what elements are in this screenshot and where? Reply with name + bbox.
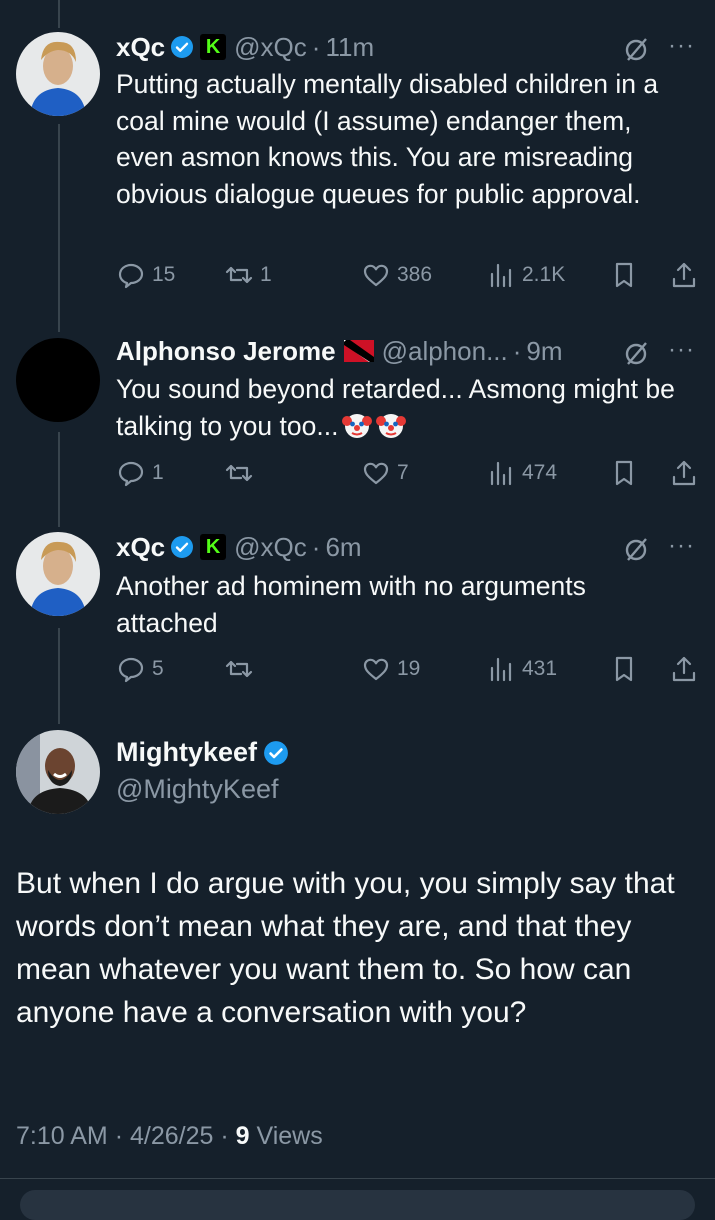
repost-count: 1 <box>260 263 272 286</box>
like-count: 386 <box>397 263 433 286</box>
reply-count: 15 <box>152 263 176 286</box>
tweet-actions: 15 1 386 2.1K <box>116 258 701 292</box>
share-icon[interactable] <box>669 654 699 684</box>
more-options-icon[interactable]: ··· <box>668 533 698 563</box>
author-name[interactable]: Mightykeef <box>116 737 257 768</box>
views-count: 431 <box>522 657 558 680</box>
avatar[interactable] <box>16 32 100 116</box>
timestamp[interactable]: 11m <box>325 32 374 63</box>
divider <box>0 1178 715 1179</box>
views-icon <box>490 263 512 288</box>
author-handle[interactable]: @alphon... <box>382 336 508 367</box>
verified-badge-icon <box>171 536 194 558</box>
like-button[interactable]: 7 <box>361 456 409 490</box>
thread-line <box>58 432 60 527</box>
reply-input[interactable] <box>20 1190 695 1220</box>
author-handle[interactable]: @MightyKeef <box>116 774 278 805</box>
views-count: 9 <box>235 1122 250 1150</box>
like-count: 7 <box>397 461 409 484</box>
tweet-text: But when I do argue with you, you simply… <box>16 867 675 1029</box>
more-options-icon[interactable]: ··· <box>668 337 698 367</box>
tweet-text: Another ad hominem with no arguments att… <box>116 571 586 638</box>
reply-icon <box>118 461 144 487</box>
repost-icon <box>225 464 253 482</box>
timestamp[interactable]: 9m <box>526 336 562 367</box>
kick-badge-icon: K <box>200 34 227 60</box>
thread-line <box>58 124 60 332</box>
like-count: 19 <box>397 657 421 680</box>
tweet-date[interactable]: 4/26/25 <box>130 1122 213 1150</box>
reply-button[interactable]: 1 <box>116 456 164 490</box>
grok-icon[interactable] <box>622 534 652 564</box>
tweet-actions: 5 19 431 <box>116 652 701 686</box>
views-button[interactable]: 431 <box>486 652 557 686</box>
reply-button[interactable]: 15 <box>116 258 175 292</box>
tweet-text: You sound beyond retarded... Asmong migh… <box>116 374 675 441</box>
like-button[interactable]: 386 <box>361 258 432 292</box>
author-name[interactable]: xQc <box>116 532 165 563</box>
views-icon <box>490 461 512 486</box>
thread-line <box>58 0 60 28</box>
like-button[interactable]: 19 <box>361 652 420 686</box>
views-count: 2.1K <box>522 263 566 286</box>
author-handle[interactable]: @xQc <box>234 32 307 63</box>
author-name[interactable]: xQc <box>116 32 165 63</box>
bookmark-icon[interactable] <box>609 260 639 290</box>
views-button[interactable]: 474 <box>486 456 557 490</box>
views-count: 474 <box>522 461 558 484</box>
grok-icon[interactable] <box>622 34 652 64</box>
tweet-time[interactable]: 7:10 AM <box>16 1122 108 1150</box>
clown-emoji-icon <box>376 413 407 438</box>
avatar[interactable] <box>16 730 100 814</box>
flag-icon <box>343 340 374 362</box>
heart-icon <box>363 462 389 485</box>
repost-icon <box>225 660 253 678</box>
repost-button[interactable] <box>224 456 260 490</box>
avatar[interactable] <box>16 338 100 422</box>
tweet-actions: 1 7 474 <box>116 456 701 490</box>
bookmark-icon[interactable] <box>609 458 639 488</box>
timestamp[interactable]: 6m <box>325 532 361 563</box>
kick-badge-icon: K <box>200 534 227 560</box>
reply-icon <box>118 263 144 289</box>
reply-count: 5 <box>152 657 164 680</box>
thread-line <box>58 628 60 724</box>
repost-icon <box>225 266 253 284</box>
avatar[interactable] <box>16 532 100 616</box>
author-name[interactable]: Alphonso Jerome <box>116 336 336 367</box>
reply-icon <box>118 657 144 683</box>
reply-count: 1 <box>152 461 164 484</box>
grok-icon[interactable] <box>622 338 652 368</box>
repost-button[interactable] <box>224 652 260 686</box>
tweet-text: Putting actually mentally disabled child… <box>116 69 659 209</box>
verified-badge-icon <box>264 740 288 765</box>
heart-icon <box>363 264 389 287</box>
verified-badge-icon <box>171 36 194 58</box>
heart-icon <box>363 658 389 681</box>
share-icon[interactable] <box>669 458 699 488</box>
share-icon[interactable] <box>669 260 699 290</box>
more-options-icon[interactable]: ··· <box>668 33 698 63</box>
author-handle[interactable]: @xQc <box>234 532 307 563</box>
views-icon <box>490 657 512 682</box>
views-label: Views <box>256 1122 323 1150</box>
views-button[interactable]: 2.1K <box>486 258 565 292</box>
repost-button[interactable]: 1 <box>224 258 272 292</box>
clown-emoji-icon <box>342 413 373 438</box>
reply-button[interactable]: 5 <box>116 652 164 686</box>
bookmark-icon[interactable] <box>609 654 639 684</box>
tweet-meta: 7:10 AM · 4/26/25 · 9 Views <box>16 1122 323 1150</box>
